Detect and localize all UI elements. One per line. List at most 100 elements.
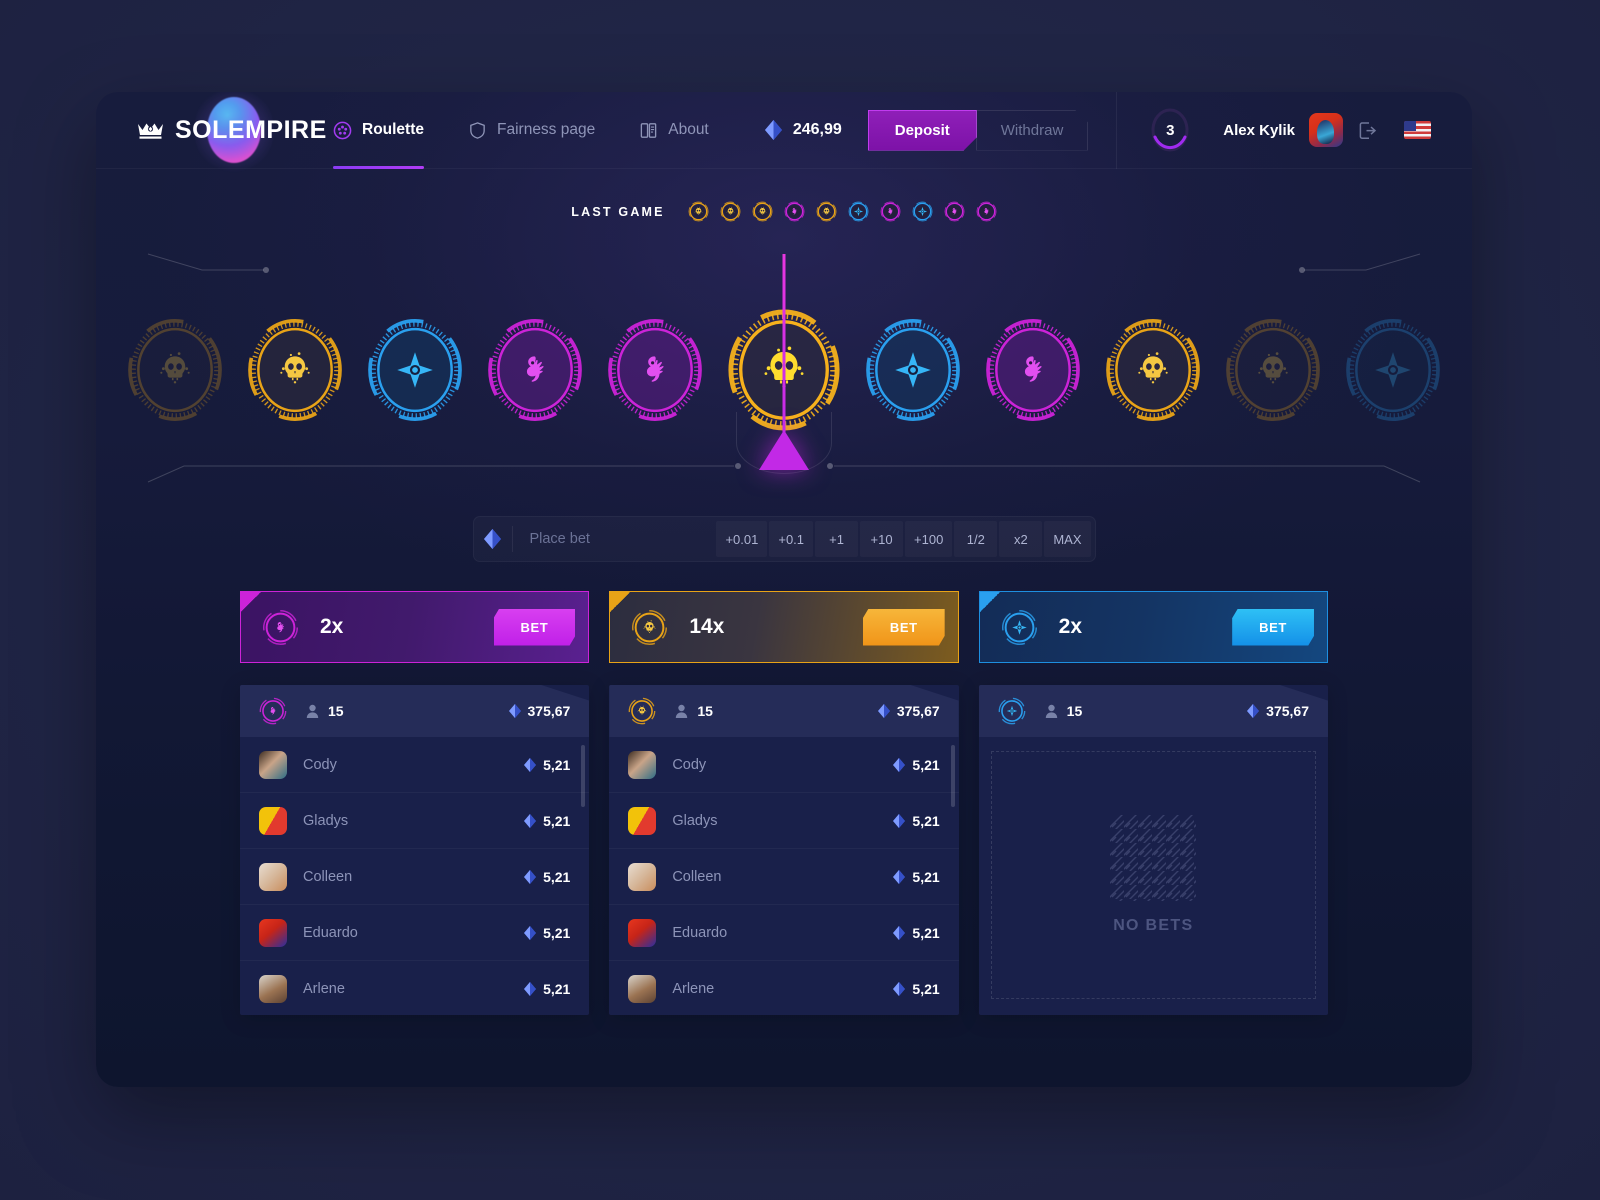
bet-list-body[interactable]: Cody 5,21 Gladys 5,21 Colleen 5,21 Eduar… [609, 737, 959, 1015]
bet-chip-0[interactable]: +0.01 [716, 521, 767, 557]
bet-chip-3[interactable]: +10 [860, 521, 903, 557]
withdraw-button[interactable]: Withdraw [975, 109, 1089, 151]
multiplier-value: 14x [689, 615, 725, 638]
bet-amount: 5,21 [893, 813, 940, 829]
bet-button[interactable]: BET [1232, 608, 1314, 646]
gem-icon [893, 813, 906, 828]
avatar [628, 918, 657, 947]
avatar[interactable] [1309, 113, 1343, 147]
bet-button[interactable]: BET [493, 608, 576, 646]
bet-row[interactable]: Arlene 5,21 [609, 961, 958, 1015]
bet-list-header: 15 375,67 [240, 685, 589, 737]
phoenix-icon [262, 609, 299, 645]
skull-icon [632, 609, 668, 645]
roulette-icon [333, 121, 352, 139]
bet-chip-7[interactable]: MAX [1044, 521, 1090, 557]
last-game-result [784, 201, 805, 222]
bet-row[interactable]: Cody 5,21 [609, 737, 959, 793]
wheel-slot-compass[interactable] [1343, 319, 1443, 421]
gem-icon [524, 757, 537, 772]
multiplier-card-purple[interactable]: 2x BET [240, 591, 590, 663]
bet-currency [474, 526, 514, 552]
bet-row[interactable]: Eduardo 5,21 [240, 905, 590, 961]
avatar [628, 862, 657, 891]
bet-row[interactable]: Arlene 5,21 [240, 961, 589, 1015]
deposit-button[interactable]: Deposit [867, 109, 977, 151]
bet-list-body[interactable]: Cody 5,21 Gladys 5,21 Colleen 5,21 Eduar… [240, 737, 590, 1015]
bet-quick-chips: +0.01 +0.1 +1 +10 +100 1/2 x2 MAX [716, 517, 1090, 561]
wheel-slot-skull[interactable] [1103, 319, 1203, 421]
gem-icon [509, 704, 521, 718]
player-count: 15 [1066, 703, 1083, 719]
bet-row[interactable]: Colleen 5,21 [240, 849, 590, 905]
wheel-slot-skull[interactable] [245, 319, 345, 421]
bet-chip-4[interactable]: +100 [905, 521, 952, 557]
nav-item-fairness-page[interactable]: Fairness page [468, 92, 595, 169]
user-area[interactable]: Alex Kylik [1223, 113, 1378, 147]
bet-list-header: 15 375,67 [979, 685, 1328, 737]
bet-chip-1[interactable]: +0.1 [769, 521, 813, 557]
bet-button[interactable]: BET [862, 608, 945, 646]
compass-icon [1001, 609, 1037, 645]
multiplier-card-blue[interactable]: 2x BET [978, 591, 1328, 663]
bet-row[interactable]: Gladys 5,21 [240, 793, 590, 849]
avatar [259, 750, 287, 779]
us-flag-icon[interactable] [1404, 121, 1431, 139]
bet-row[interactable]: Cody 5,21 [240, 737, 590, 793]
bet-chip-5[interactable]: 1/2 [954, 521, 997, 557]
player-name: Arlene [303, 980, 345, 997]
nav-item-about[interactable]: About [639, 92, 709, 169]
wheel-slot-phoenix[interactable] [605, 319, 705, 421]
person-icon [675, 704, 688, 718]
wheel-slot-compass[interactable] [365, 319, 465, 421]
gem-icon [484, 529, 502, 549]
wheel-slot-compass[interactable] [863, 319, 963, 421]
gem-icon [893, 757, 906, 772]
gem-icon [893, 925, 906, 940]
gem-icon [878, 704, 890, 718]
app-window: SOLEMPIRE Roulette Fairness page About 2… [96, 92, 1472, 1087]
card-corner [979, 592, 1000, 612]
level-badge[interactable]: 3 [1147, 107, 1193, 153]
bet-amount: 5,21 [524, 869, 570, 885]
multiplier-card-gold[interactable]: 14x BET [609, 591, 959, 663]
nav-item-roulette[interactable]: Roulette [333, 92, 424, 169]
level-ring-icon [1151, 108, 1189, 152]
avatar [259, 918, 287, 947]
multiplier-cards: 2x BET 14x BET 2x BET [96, 591, 1472, 663]
wheel-slot-skull[interactable] [125, 319, 225, 421]
scrollbar-thumb[interactable] [581, 745, 586, 807]
gem-icon [524, 813, 537, 828]
bet-amount: 5,21 [524, 925, 570, 941]
wheel-slot-phoenix[interactable] [485, 319, 585, 421]
bet-list-gold: 15 375,67 Cody 5,21 Gladys 5,21 Colleen … [609, 685, 959, 1015]
brand-logo[interactable]: SOLEMPIRE [137, 92, 327, 176]
bet-row[interactable]: Colleen 5,21 [609, 849, 959, 905]
logout-icon[interactable] [1357, 120, 1378, 141]
last-game-result [944, 201, 965, 222]
bet-chip-2[interactable]: +1 [815, 521, 858, 557]
wheel-slot-phoenix[interactable] [983, 319, 1083, 421]
bet-chip-6[interactable]: x2 [999, 521, 1042, 557]
avatar [628, 806, 657, 835]
player-name: Colleen [672, 868, 722, 885]
scrollbar-thumb[interactable] [950, 745, 955, 807]
header-divider [1116, 92, 1118, 169]
nav-label: Fairness page [497, 121, 596, 138]
person-icon [306, 704, 319, 718]
bet-amount: 5,21 [893, 925, 940, 941]
player-name: Gladys [672, 812, 718, 829]
nav-label: Roulette [362, 121, 424, 138]
gem-icon [524, 981, 537, 996]
bet-amount-input[interactable] [513, 531, 717, 547]
pointer-triangle-icon [759, 430, 809, 470]
last-game-result [848, 201, 869, 222]
bet-row[interactable]: Eduardo 5,21 [609, 905, 959, 961]
wheel-slot-skull[interactable] [1223, 319, 1323, 421]
pointer-line [782, 254, 786, 439]
gem-icon [764, 120, 782, 140]
bet-row[interactable]: Gladys 5,21 [609, 793, 959, 849]
last-game-label: LAST GAME [571, 204, 665, 219]
gem-icon [524, 869, 537, 884]
phoenix-icon [259, 697, 287, 725]
